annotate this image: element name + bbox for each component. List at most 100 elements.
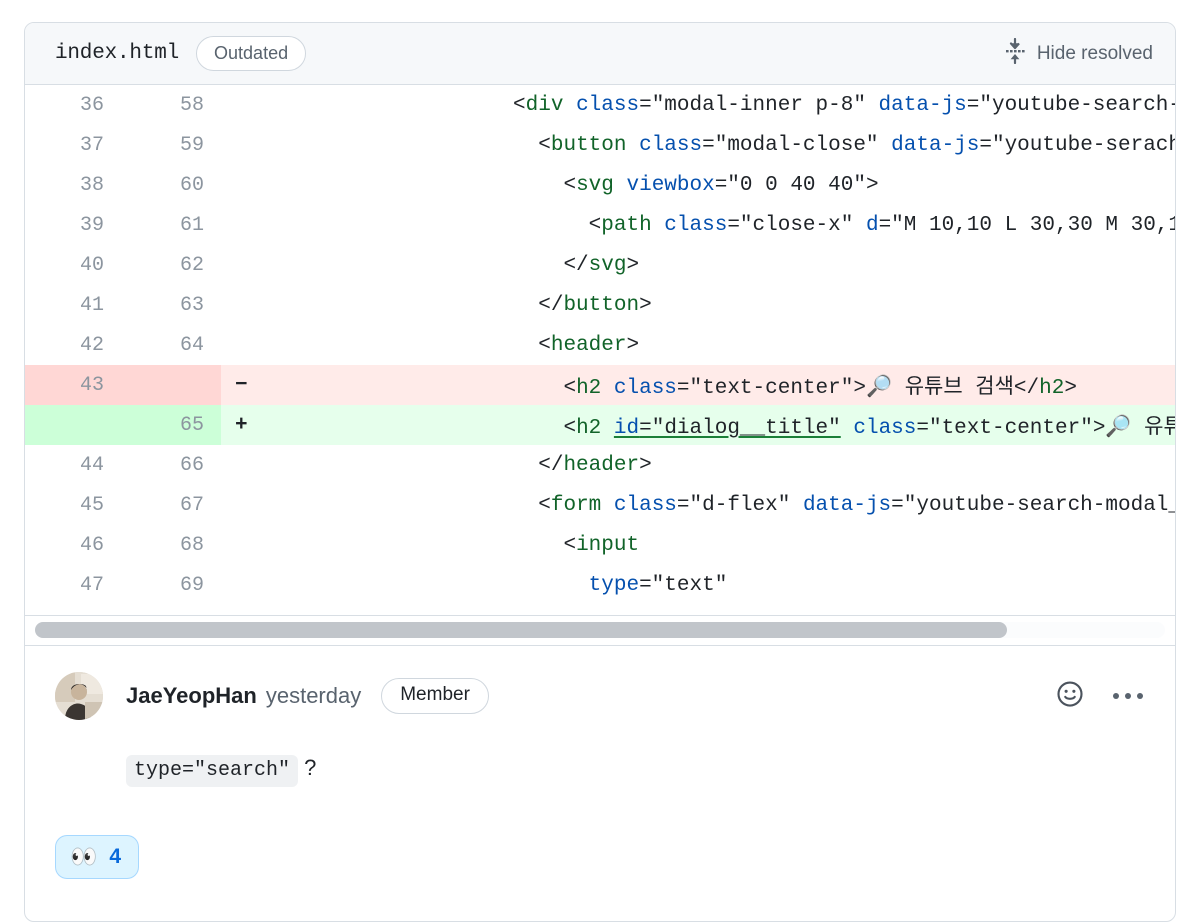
line-number-old[interactable]: 39 [25,205,121,245]
eyes-icon: 👀 [70,844,98,869]
review-comment: JaeYeopHan yesterday Member type="search… [25,645,1175,805]
code-token: data-js [891,133,980,157]
diff-row: 38 60 <svg viewbox="0 0 40 40"> [25,165,1175,205]
code-token: < [261,133,551,157]
code-token: > [639,453,652,477]
code-token: form [550,493,602,517]
line-number-new[interactable]: 67 [121,485,221,525]
diff-marker [221,205,261,245]
diff-marker: + [221,405,261,445]
code-token: > [626,333,640,357]
code-token: < [261,493,551,517]
code-token: input [576,533,640,557]
code-token: < [261,93,526,117]
line-number-old[interactable]: 43 [25,365,121,405]
diff-code-line: <input [261,525,1175,565]
line-number-new[interactable]: 65 [121,405,221,445]
diff-viewport: 36 58 <div class="modal-inner p-8" data-j… [25,85,1175,615]
code-token: class [664,213,728,237]
comment-author[interactable]: JaeYeopHan [126,683,257,709]
diff-code-line: </svg> [261,245,1175,285]
code-token: ="modal-close" [702,133,879,157]
diff-code-line: <h2 class="text-center">🔎 유튜브 검색</h2> [261,365,1175,405]
diff-row: 45 67 <form class="d-flex" data-js="youtu… [25,485,1175,525]
line-number-old[interactable]: 38 [25,165,121,205]
hide-resolved-label: Hide resolved [1036,42,1153,64]
kebab-menu-icon[interactable] [1111,687,1145,705]
diff-code-line: <svg viewbox="0 0 40 40"> [261,165,1175,205]
line-number-new[interactable]: 63 [121,285,221,325]
line-number-new[interactable]: 64 [121,325,221,365]
reaction-count: 4 [109,845,122,868]
code-token: < [261,417,577,440]
line-number-old[interactable]: 45 [25,485,121,525]
line-number-old[interactable]: 41 [25,285,121,325]
file-header: index.html Outdated Hide resolved [25,23,1175,85]
smiley-icon[interactable] [1055,679,1085,714]
line-number-new[interactable]: 68 [121,525,221,565]
line-number-new[interactable]: 66 [121,445,221,485]
diff-row: 36 58 <div class="modal-inner p-8" data-j… [25,85,1175,125]
diff-code-line: <div class="modal-inner p-8" data-js="yo… [261,85,1175,125]
file-name[interactable]: index.html [55,42,179,65]
code-token: </ [261,293,564,317]
diff-horizontal-scrollbar[interactable] [25,615,1175,645]
line-number-new[interactable]: 61 [121,205,221,245]
code-token: < [261,377,577,400]
code-token: ="modal-inner p-8" [639,93,866,117]
code-token: h2 [576,377,602,400]
line-number-new[interactable]: 59 [121,125,221,165]
comment-timestamp[interactable]: yesterday [266,683,361,709]
role-badge: Member [381,677,489,715]
hide-resolved-button[interactable]: Hide resolved [1004,37,1153,70]
line-number-old[interactable]: 36 [25,85,121,125]
line-number-old[interactable]: 42 [25,325,121,365]
line-number-new[interactable] [121,365,221,405]
code-token: > [626,253,640,277]
code-token: class [576,93,640,117]
diff-row: 40 62 </svg> [25,245,1175,285]
code-token: header [550,333,627,357]
line-number-old[interactable]: 47 [25,565,121,605]
diff-marker [221,565,261,605]
diff-marker [221,325,261,365]
diff-row: 37 59 <button class="modal-close" data-js… [25,125,1175,165]
diff-row: 42 64 <header> [25,325,1175,365]
line-number-old[interactable]: 44 [25,445,121,485]
line-number-new[interactable]: 69 [121,565,221,605]
code-token: class [639,133,703,157]
line-number-new[interactable]: 58 [121,85,221,125]
outdated-badge: Outdated [196,35,307,72]
avatar[interactable] [55,672,103,720]
code-token: svg [588,253,627,277]
line-number-new[interactable]: 62 [121,245,221,285]
line-number-old[interactable]: 37 [25,125,121,165]
diff-row: 39 61 <path class="close-x" d="M 10,10 L … [25,205,1175,245]
comment-body: type="search" ? [126,753,1145,787]
line-number-new[interactable]: 60 [121,165,221,205]
code-token: ="d-flex" [676,493,791,517]
line-number-old[interactable]: 46 [25,525,121,565]
line-number-old[interactable] [25,405,121,445]
scrollbar-thumb[interactable] [35,622,1007,638]
code-token: ="youtube-search-modal"> [966,93,1175,117]
scrollbar-track[interactable] [35,622,1165,638]
code-token: h2 [1039,377,1065,400]
kebab-dot [1113,693,1119,699]
reaction-eyes[interactable]: 👀 4 [55,835,140,879]
diff-marker [221,85,261,125]
code-token: path [601,213,652,237]
diff-code-line: </header> [261,445,1175,485]
code-token: ="0 0 40 40" [714,173,866,197]
code-token: </ [261,453,564,477]
code-token: button [550,133,627,157]
code-token: d [865,213,879,237]
code-token: ="text-center" [676,377,854,400]
line-number-old[interactable]: 40 [25,245,121,285]
